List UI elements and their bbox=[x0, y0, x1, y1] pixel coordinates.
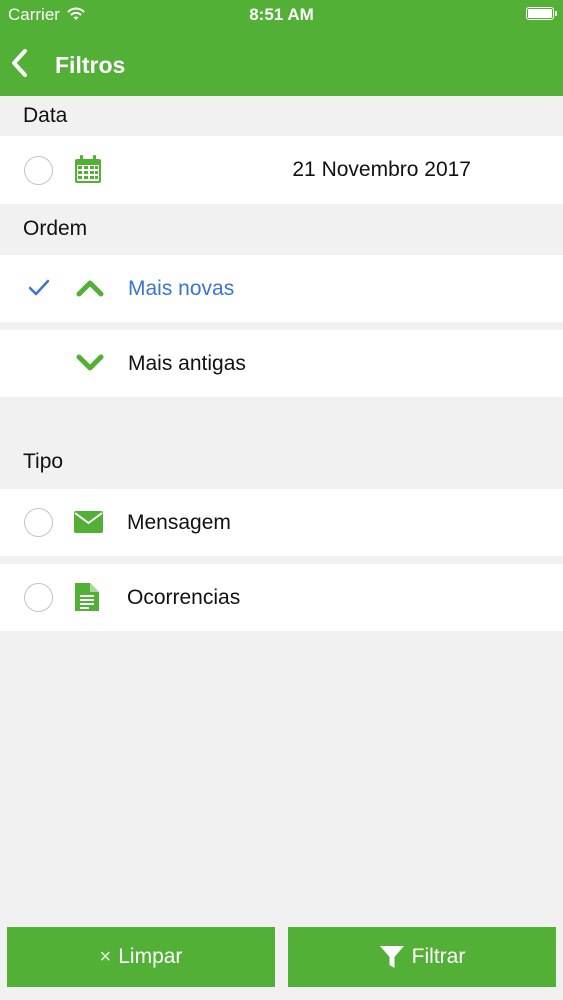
section-header-ordem: Ordem bbox=[23, 217, 88, 240]
navigation-bar: Filtros bbox=[0, 30, 563, 96]
occurrences-radio[interactable] bbox=[24, 583, 53, 612]
status-bar: Carrier 8:51 AM bbox=[0, 0, 563, 30]
type-label-occurrences: Ocorrencias bbox=[127, 586, 241, 609]
date-value: 21 Novembro 2017 bbox=[292, 158, 471, 181]
clock: 8:51 AM bbox=[249, 5, 314, 24]
clear-button[interactable]: × Limpar bbox=[7, 927, 275, 987]
order-label-oldest: Mais antigas bbox=[128, 352, 246, 375]
message-radio[interactable] bbox=[24, 508, 53, 537]
type-row-occurrences[interactable]: Ocorrencias bbox=[0, 564, 563, 631]
chevron-up-icon bbox=[76, 279, 104, 302]
page-title: Filtros bbox=[55, 52, 126, 78]
chevron-down-icon bbox=[76, 354, 104, 377]
filter-button[interactable]: Filtrar bbox=[288, 927, 556, 987]
funnel-icon bbox=[379, 944, 405, 970]
calendar-icon bbox=[74, 155, 102, 189]
section-header-data: Data bbox=[23, 104, 68, 127]
filter-button-label: Filtrar bbox=[411, 945, 466, 968]
type-label-message: Mensagem bbox=[127, 511, 231, 534]
section-header-tipo: Tipo bbox=[23, 450, 64, 473]
order-row-oldest[interactable]: Mais antigas bbox=[0, 330, 563, 397]
clear-button-label: Limpar bbox=[118, 945, 183, 968]
order-row-newest[interactable]: Mais novas bbox=[0, 255, 563, 322]
date-row[interactable]: 21 Novembro 2017 bbox=[0, 136, 563, 204]
checkmark-icon bbox=[28, 279, 50, 302]
type-row-message[interactable]: Mensagem bbox=[0, 489, 563, 556]
date-radio[interactable] bbox=[24, 156, 53, 185]
back-chevron-icon[interactable] bbox=[8, 48, 34, 78]
envelope-icon bbox=[74, 511, 103, 538]
close-icon: × bbox=[99, 945, 112, 968]
order-label-newest: Mais novas bbox=[128, 277, 235, 300]
document-icon bbox=[75, 583, 99, 616]
battery-icon bbox=[526, 7, 557, 20]
